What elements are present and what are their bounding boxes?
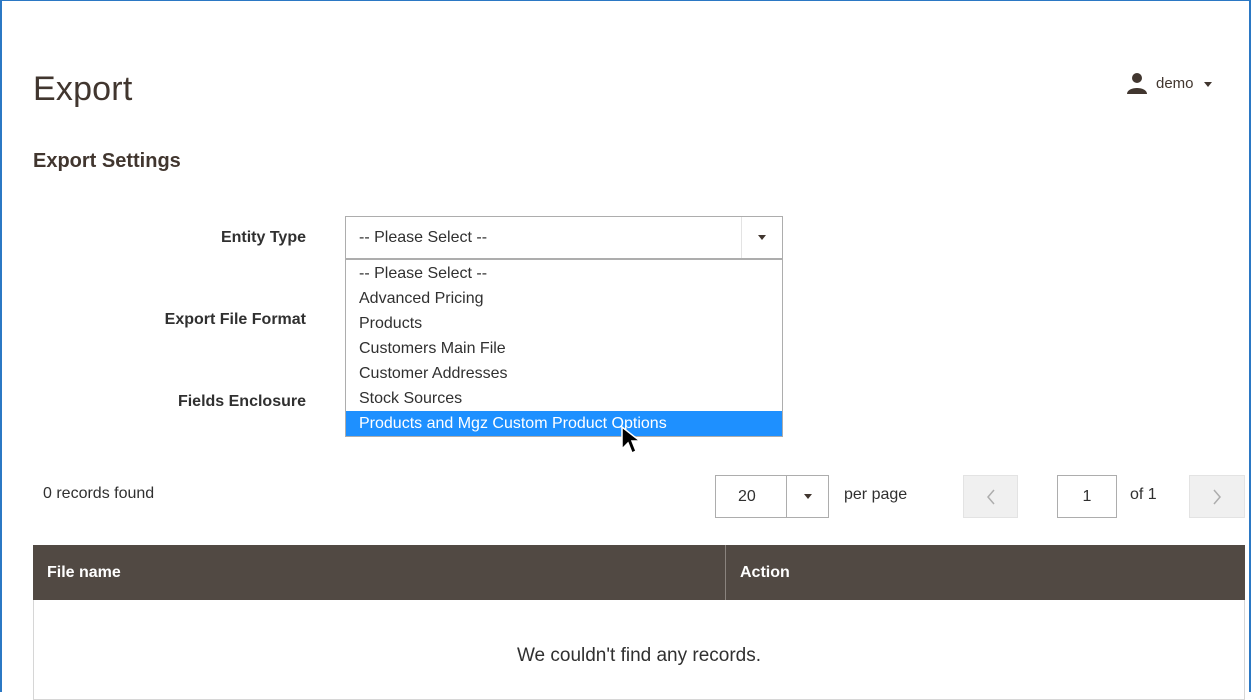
per-page-label: per page (844, 486, 908, 503)
chevron-right-icon (1213, 489, 1221, 504)
entity-type-select[interactable]: -- Please Select -- (345, 216, 783, 259)
user-name: demo (1156, 74, 1194, 92)
grid-empty-body: We couldn't find any records. (33, 600, 1245, 700)
entity-type-label: Entity Type (220, 229, 306, 246)
dropdown-option[interactable]: Customer Addresses (346, 361, 782, 386)
chevron-down-icon (1203, 81, 1212, 87)
grid-header-row: File name Action (33, 545, 1245, 600)
per-page-value: 20 (738, 487, 756, 505)
select-arrow-button[interactable] (741, 217, 782, 258)
column-header-action: Action (740, 563, 790, 581)
user-menu[interactable]: demo (1126, 72, 1212, 94)
export-file-format-label: Export File Format (164, 311, 306, 328)
chevron-down-icon (803, 494, 812, 499)
page-title: Export (33, 70, 133, 108)
empty-records-message: We couldn't find any records. (516, 645, 762, 666)
dropdown-option-highlighted[interactable]: Products and Mgz Custom Product Options (346, 411, 782, 436)
dropdown-option[interactable]: Stock Sources (346, 386, 782, 411)
dropdown-option[interactable]: Customers Main File (346, 336, 782, 361)
dropdown-option[interactable]: Products (346, 311, 782, 336)
chevron-down-icon (758, 235, 766, 240)
per-page-select[interactable]: 20 (715, 475, 829, 518)
entity-type-select-value: -- Please Select -- (359, 228, 488, 246)
chevron-left-icon (986, 489, 995, 504)
mouse-cursor-icon (621, 425, 642, 455)
export-files-grid: File name Action We couldn't find any re… (33, 545, 1245, 700)
fields-enclosure-label: Fields Enclosure (177, 393, 306, 410)
current-page-input[interactable]: 1 (1057, 475, 1117, 518)
page-total-label: of 1 (1130, 486, 1157, 503)
records-found-count: 0 records found (43, 485, 155, 502)
user-icon (1127, 73, 1147, 94)
dropdown-option[interactable]: -- Please Select -- (346, 261, 782, 286)
column-header-file-name[interactable]: File name (33, 545, 726, 600)
dropdown-option[interactable]: Advanced Pricing (346, 286, 782, 311)
next-page-button[interactable] (1189, 475, 1245, 518)
entity-type-dropdown-list: -- Please Select -- Advanced Pricing Pro… (345, 259, 783, 437)
export-settings-title: Export Settings (33, 150, 181, 172)
previous-page-button[interactable] (963, 475, 1018, 518)
per-page-dropdown-button[interactable] (786, 476, 828, 517)
